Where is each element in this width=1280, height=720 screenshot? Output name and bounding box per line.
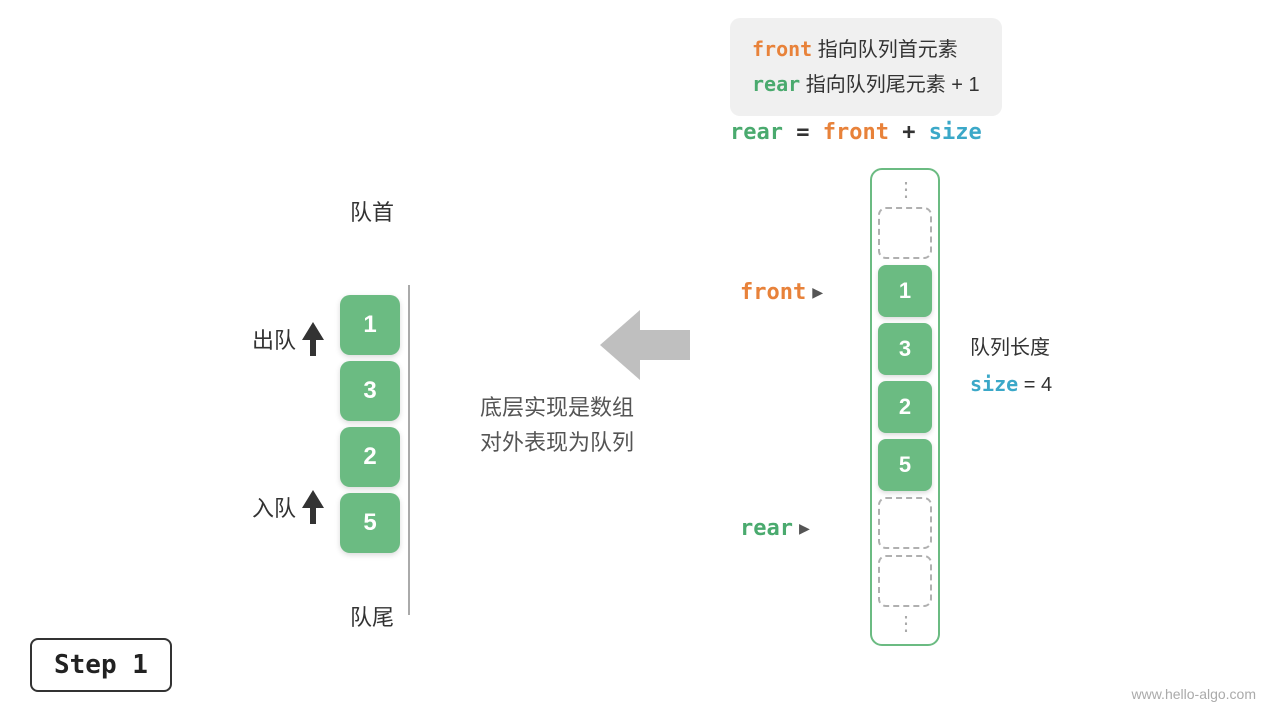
legend-front-kw: front xyxy=(752,37,812,61)
left-cell-2: 2 xyxy=(340,427,400,487)
rear-pointer-label: rear ▶ xyxy=(740,516,810,541)
right-cell-empty-mid xyxy=(878,497,932,549)
formula-size: size xyxy=(929,120,982,145)
watermark: www.hello-algo.com xyxy=(1132,686,1257,702)
bottom-dots: ⋮ xyxy=(896,610,914,638)
legend-rear-kw: rear xyxy=(752,72,800,96)
formula-plus: + xyxy=(902,120,929,145)
queue-length-section: 队列长度 size = 4 xyxy=(970,330,1052,403)
enqueue-arrow-icon xyxy=(302,490,324,524)
queue-top-label: 队首 xyxy=(350,195,394,227)
left-queue-cells: 1 3 2 5 xyxy=(340,295,400,553)
left-cell-3: 5 xyxy=(340,493,400,553)
enqueue-text: 入队 xyxy=(252,491,296,523)
middle-line2: 对外表现为队列 xyxy=(480,425,634,460)
formula-rear: rear xyxy=(730,120,783,145)
size-eq: = xyxy=(1024,374,1041,396)
big-left-arrow xyxy=(600,310,690,385)
step-box: Step 1 xyxy=(30,638,172,692)
right-cell-2: 2 xyxy=(878,381,932,433)
right-cell-empty-top xyxy=(878,207,932,259)
enqueue-label: 入队 xyxy=(252,490,324,524)
formula-eq: = xyxy=(796,120,823,145)
right-cell-1: 1 xyxy=(878,265,932,317)
queue-vertical-line xyxy=(408,285,410,615)
legend-box: front 指向队列首元素 rear 指向队列尾元素 + 1 xyxy=(730,18,1002,116)
dequeue-text: 出队 xyxy=(252,323,296,355)
legend-front-desc: 指向队列首元素 xyxy=(818,39,958,61)
queue-length-label: 队列长度 xyxy=(970,330,1052,366)
front-kw-label: front xyxy=(740,280,806,305)
left-cell-0: 1 xyxy=(340,295,400,355)
top-dots: ⋮ xyxy=(896,176,914,204)
right-array: ⋮ 1 3 2 5 ⋮ xyxy=(870,168,940,646)
left-cell-1: 3 xyxy=(340,361,400,421)
middle-text: 底层实现是数组 对外表现为队列 xyxy=(480,390,634,460)
rear-kw-label: rear xyxy=(740,516,793,541)
size-value: 4 xyxy=(1041,374,1052,396)
right-cell-empty-bot xyxy=(878,555,932,607)
formula: rear = front + size xyxy=(730,120,982,145)
size-kw: size xyxy=(970,372,1018,396)
right-cell-3: 3 xyxy=(878,323,932,375)
dequeue-arrow-icon xyxy=(302,322,324,356)
middle-line1: 底层实现是数组 xyxy=(480,390,634,425)
front-pointer-label: front ▶ xyxy=(740,280,823,305)
formula-front: front xyxy=(823,120,889,145)
legend-rear-desc: 指向队列尾元素 + 1 xyxy=(806,74,980,96)
rear-arrow-icon: ▶ xyxy=(799,518,810,539)
right-cell-5: 5 xyxy=(878,439,932,491)
dequeue-label: 出队 xyxy=(252,322,324,356)
queue-bottom-label: 队尾 xyxy=(350,600,394,632)
front-arrow-icon: ▶ xyxy=(812,282,823,303)
